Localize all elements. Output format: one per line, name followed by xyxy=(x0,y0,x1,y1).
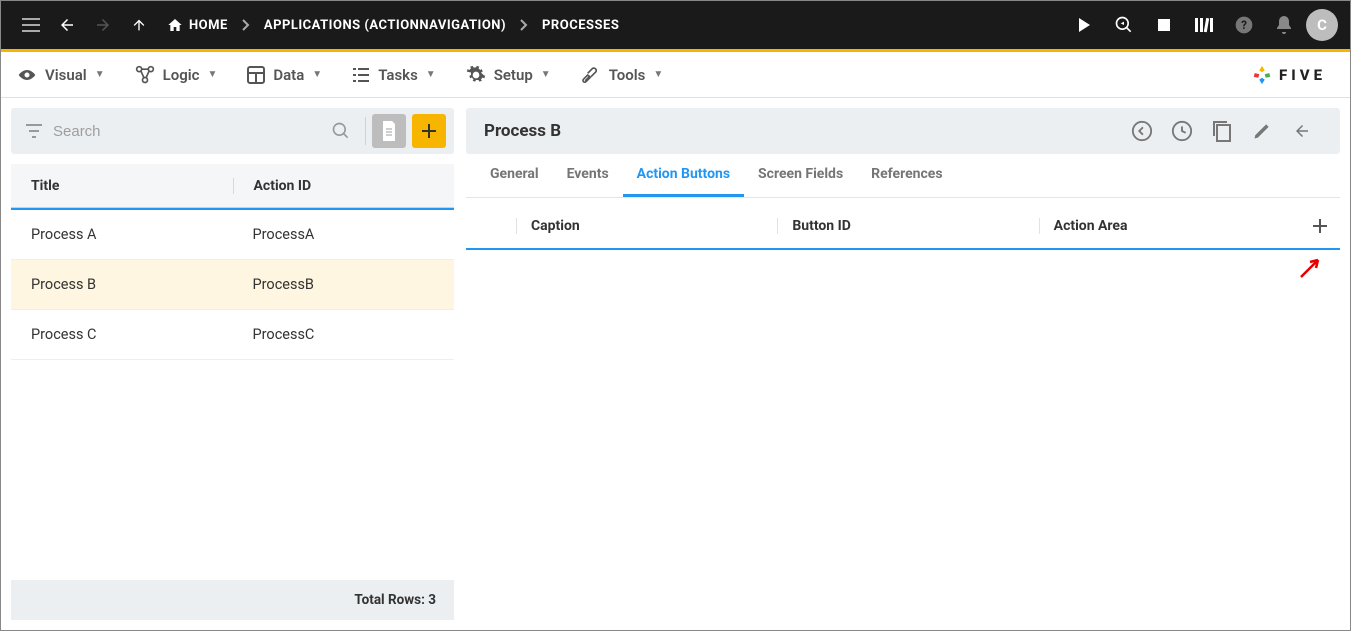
col-action-header[interactable]: Action ID xyxy=(233,178,455,194)
divider xyxy=(365,117,366,145)
list-container: Title Action ID Process AProcessAProcess… xyxy=(11,164,454,620)
list-body: Process AProcessAProcess BProcessBProces… xyxy=(11,210,454,580)
logic-icon xyxy=(135,65,155,85)
library-icon[interactable] xyxy=(1186,7,1222,43)
chevron-right-icon xyxy=(242,19,250,31)
tasks-icon xyxy=(352,67,370,83)
play-icon[interactable] xyxy=(1066,7,1102,43)
inspect-icon[interactable] xyxy=(1106,7,1142,43)
menu-logic[interactable]: Logic▼ xyxy=(135,65,218,85)
add-record-button[interactable] xyxy=(412,114,446,148)
bell-icon[interactable] xyxy=(1266,7,1302,43)
right-panel: Process B General Events Action Buttons xyxy=(466,108,1340,620)
detail-header: Process B xyxy=(466,108,1340,154)
breadcrumb-applications[interactable]: APPLICATIONS (ACTIONNAVIGATION) xyxy=(254,18,516,33)
nav-back-icon[interactable] xyxy=(49,7,85,43)
gear-icon xyxy=(466,65,486,85)
grid-col-caption[interactable]: Caption xyxy=(516,218,777,234)
five-logo-text: FIVE xyxy=(1279,66,1326,84)
edit-icon[interactable] xyxy=(1242,111,1282,151)
top-bar: HOME APPLICATIONS (ACTIONNAVIGATION) PRO… xyxy=(1,1,1350,49)
chevron-right-icon xyxy=(520,19,528,31)
search-bar xyxy=(11,108,454,154)
breadcrumb-home-label: HOME xyxy=(189,18,228,33)
tab-general[interactable]: General xyxy=(476,154,553,197)
eye-icon xyxy=(17,68,37,82)
detail-title: Process B xyxy=(484,121,561,141)
five-logo: FIVE xyxy=(1251,64,1334,86)
search-input[interactable] xyxy=(49,123,323,140)
tab-action-buttons[interactable]: Action Buttons xyxy=(623,154,744,197)
menu-visual-label: Visual xyxy=(45,66,87,84)
breadcrumb-home[interactable]: HOME xyxy=(157,17,238,33)
menu-logic-label: Logic xyxy=(163,66,200,84)
nav-up-icon[interactable] xyxy=(121,7,157,43)
list-header: Title Action ID xyxy=(11,164,454,208)
menu-tools[interactable]: Tools▼ xyxy=(581,65,664,85)
row-action-id: ProcessA xyxy=(233,226,455,243)
grid-header: Caption Button ID Action Area xyxy=(466,204,1340,248)
nav-forward-icon xyxy=(85,7,121,43)
menu-bar: Visual▼ Logic▼ Data▼ Tasks▼ Setup▼ Tools… xyxy=(1,52,1350,98)
annotation-arrow-icon xyxy=(1296,252,1326,282)
content-area: Title Action ID Process AProcessAProcess… xyxy=(1,98,1350,630)
grid-add-button[interactable] xyxy=(1300,217,1340,235)
tabs: General Events Action Buttons Screen Fie… xyxy=(466,154,1340,198)
menu-visual[interactable]: Visual▼ xyxy=(17,66,105,84)
row-title: Process A xyxy=(11,226,233,243)
tab-screen-fields[interactable]: Screen Fields xyxy=(744,154,857,197)
list-row[interactable]: Process CProcessC xyxy=(11,310,454,360)
grid-col-button-id[interactable]: Button ID xyxy=(777,218,1038,234)
row-title: Process C xyxy=(11,326,233,343)
tab-references[interactable]: References xyxy=(857,154,956,197)
menu-setup[interactable]: Setup▼ xyxy=(466,65,551,85)
history-icon[interactable] xyxy=(1162,111,1202,151)
menu-data-label: Data xyxy=(273,66,304,84)
row-action-id: ProcessC xyxy=(233,326,455,343)
table-icon xyxy=(247,66,265,84)
list-row[interactable]: Process AProcessA xyxy=(11,210,454,260)
plus-icon xyxy=(1311,217,1329,235)
back-circle-icon[interactable] xyxy=(1122,111,1162,151)
stop-icon[interactable] xyxy=(1146,7,1182,43)
home-icon xyxy=(167,17,183,33)
menu-tasks-label: Tasks xyxy=(378,66,418,84)
user-avatar[interactable]: C xyxy=(1306,9,1338,41)
menu-tasks[interactable]: Tasks▼ xyxy=(352,66,436,84)
copy-icon[interactable] xyxy=(1202,111,1242,151)
row-title: Process B xyxy=(11,276,233,293)
five-logo-icon xyxy=(1251,64,1273,86)
tools-icon xyxy=(581,65,601,85)
left-panel: Title Action ID Process AProcessAProcess… xyxy=(11,108,454,620)
breadcrumb-processes-label: PROCESSES xyxy=(542,18,619,33)
list-row[interactable]: Process BProcessB xyxy=(11,260,454,310)
breadcrumb: HOME APPLICATIONS (ACTIONNAVIGATION) PRO… xyxy=(157,17,629,33)
document-button[interactable] xyxy=(372,114,406,148)
grid-header-underline xyxy=(466,248,1340,250)
total-rows-label: Total Rows: 3 xyxy=(354,592,436,608)
breadcrumb-apps-label: APPLICATIONS (ACTIONNAVIGATION) xyxy=(264,18,506,33)
menu-tools-label: Tools xyxy=(609,66,646,84)
svg-text:?: ? xyxy=(1241,18,1247,32)
menu-data[interactable]: Data▼ xyxy=(247,66,322,84)
back-arrow-icon[interactable] xyxy=(1282,111,1322,151)
list-footer: Total Rows: 3 xyxy=(11,580,454,620)
menu-setup-label: Setup xyxy=(494,66,533,84)
avatar-letter: C xyxy=(1317,16,1327,34)
topbar-right-icons: ? C xyxy=(1066,7,1338,43)
search-icon[interactable] xyxy=(323,121,359,141)
help-icon[interactable]: ? xyxy=(1226,7,1262,43)
row-action-id: ProcessB xyxy=(233,276,455,293)
tab-events[interactable]: Events xyxy=(553,154,623,197)
col-title-header[interactable]: Title xyxy=(11,178,233,194)
hamburger-icon[interactable] xyxy=(13,7,49,43)
grid-col-action-area[interactable]: Action Area xyxy=(1039,218,1300,234)
breadcrumb-processes[interactable]: PROCESSES xyxy=(532,18,629,33)
filter-icon[interactable] xyxy=(19,124,49,138)
